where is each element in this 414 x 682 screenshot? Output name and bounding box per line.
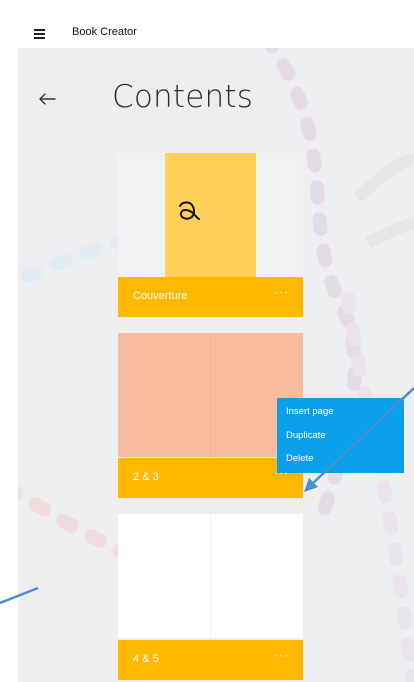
page-label: Couverture [133, 290, 188, 302]
page-label: 2 & 3 [133, 471, 159, 483]
menu-item-duplicate[interactable]: Duplicate [286, 430, 326, 441]
arrow-left-icon[interactable] [36, 88, 58, 110]
menu-item-insert-page[interactable]: Insert page [286, 406, 334, 417]
page-card-4-5[interactable]: 4 & 5 ··· [118, 514, 303, 680]
page-footer: 4 & 5 ··· [118, 640, 303, 680]
context-menu: Insert page Duplicate Delete [277, 398, 404, 473]
page-fold-divider [210, 333, 211, 457]
page-footer: Couverture ··· [118, 277, 303, 317]
page-thumbnail[interactable] [118, 514, 303, 638]
page-footer: 2 & 3 ··· [118, 458, 303, 498]
scribble-drawing [179, 201, 200, 220]
page-card-cover[interactable]: Couverture ··· [118, 153, 303, 317]
more-options-button[interactable]: ··· [275, 286, 289, 300]
page-thumbnail[interactable] [118, 333, 303, 457]
more-options-button[interactable]: ··· [275, 649, 289, 663]
hamburger-icon[interactable] [34, 29, 45, 39]
page-title: Contents [112, 79, 254, 115]
page-label: 4 & 5 [133, 653, 159, 665]
app-title: Book Creator [72, 26, 137, 38]
menu-item-delete[interactable]: Delete [286, 453, 313, 464]
page-thumbnail[interactable] [118, 153, 303, 277]
page-fold-divider [210, 514, 211, 638]
title-bar: Book Creator [0, 0, 414, 48]
page-card-2-3[interactable]: 2 & 3 ··· [118, 333, 303, 498]
